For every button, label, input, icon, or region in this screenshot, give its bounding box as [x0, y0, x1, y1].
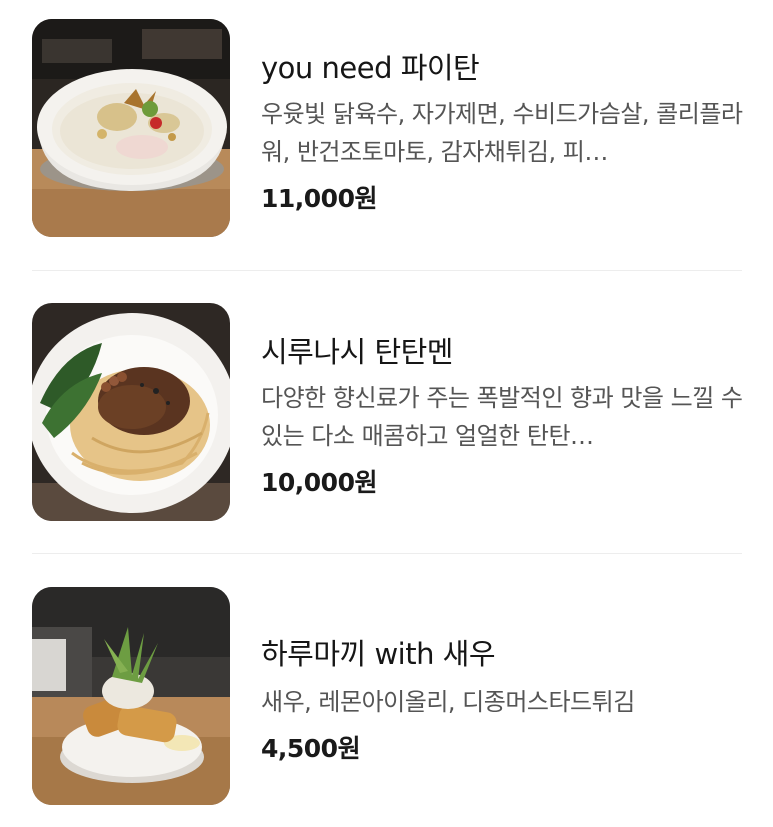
menu-item-harumaki[interactable]: 하루마끼 with 새우 새우, 레몬아이올리, 디종머스타드튀김 4,500원: [0, 587, 773, 827]
menu-item-price: 4,500원: [261, 734, 361, 763]
harumaki-icon: [32, 587, 230, 805]
tantanmen-icon: [32, 303, 230, 521]
menu-item-image[interactable]: [32, 587, 230, 805]
menu-item-description: 우윳빛 닭육수, 자가제면, 수비드가슴살, 콜리플라워, 반건조토마토, 감자…: [261, 100, 743, 166]
menu-item-price: 11,000원: [261, 184, 377, 213]
item-divider: [32, 270, 742, 271]
menu-item-paitan[interactable]: you need 파이탄 우윳빛 닭육수, 자가제면, 수비드가슴살, 콜리플라…: [0, 19, 773, 259]
menu-item-description: 새우, 레몬아이올리, 디종머스타드튀김: [261, 688, 635, 716]
menu-item-name: 하루마끼 with 새우: [261, 637, 496, 671]
paitan-ramen-icon: [32, 19, 230, 237]
menu-item-price: 10,000원: [261, 468, 377, 497]
menu-item-image[interactable]: [32, 19, 230, 237]
menu-item-name: you need 파이탄: [261, 51, 480, 85]
menu-item-name: 시루나시 탄탄멘: [261, 335, 453, 369]
item-divider: [32, 553, 742, 554]
menu-item-tantanmen[interactable]: 시루나시 탄탄멘 다양한 향신료가 주는 폭발적인 향과 맛을 느낄 수 있는 …: [0, 303, 773, 543]
menu-item-image[interactable]: [32, 303, 230, 521]
menu-list: you need 파이탄 우윳빛 닭육수, 자가제면, 수비드가슴살, 콜리플라…: [0, 0, 773, 823]
menu-item-description: 다양한 향신료가 주는 폭발적인 향과 맛을 느낄 수 있는 다소 매콤하고 얼…: [261, 384, 743, 450]
